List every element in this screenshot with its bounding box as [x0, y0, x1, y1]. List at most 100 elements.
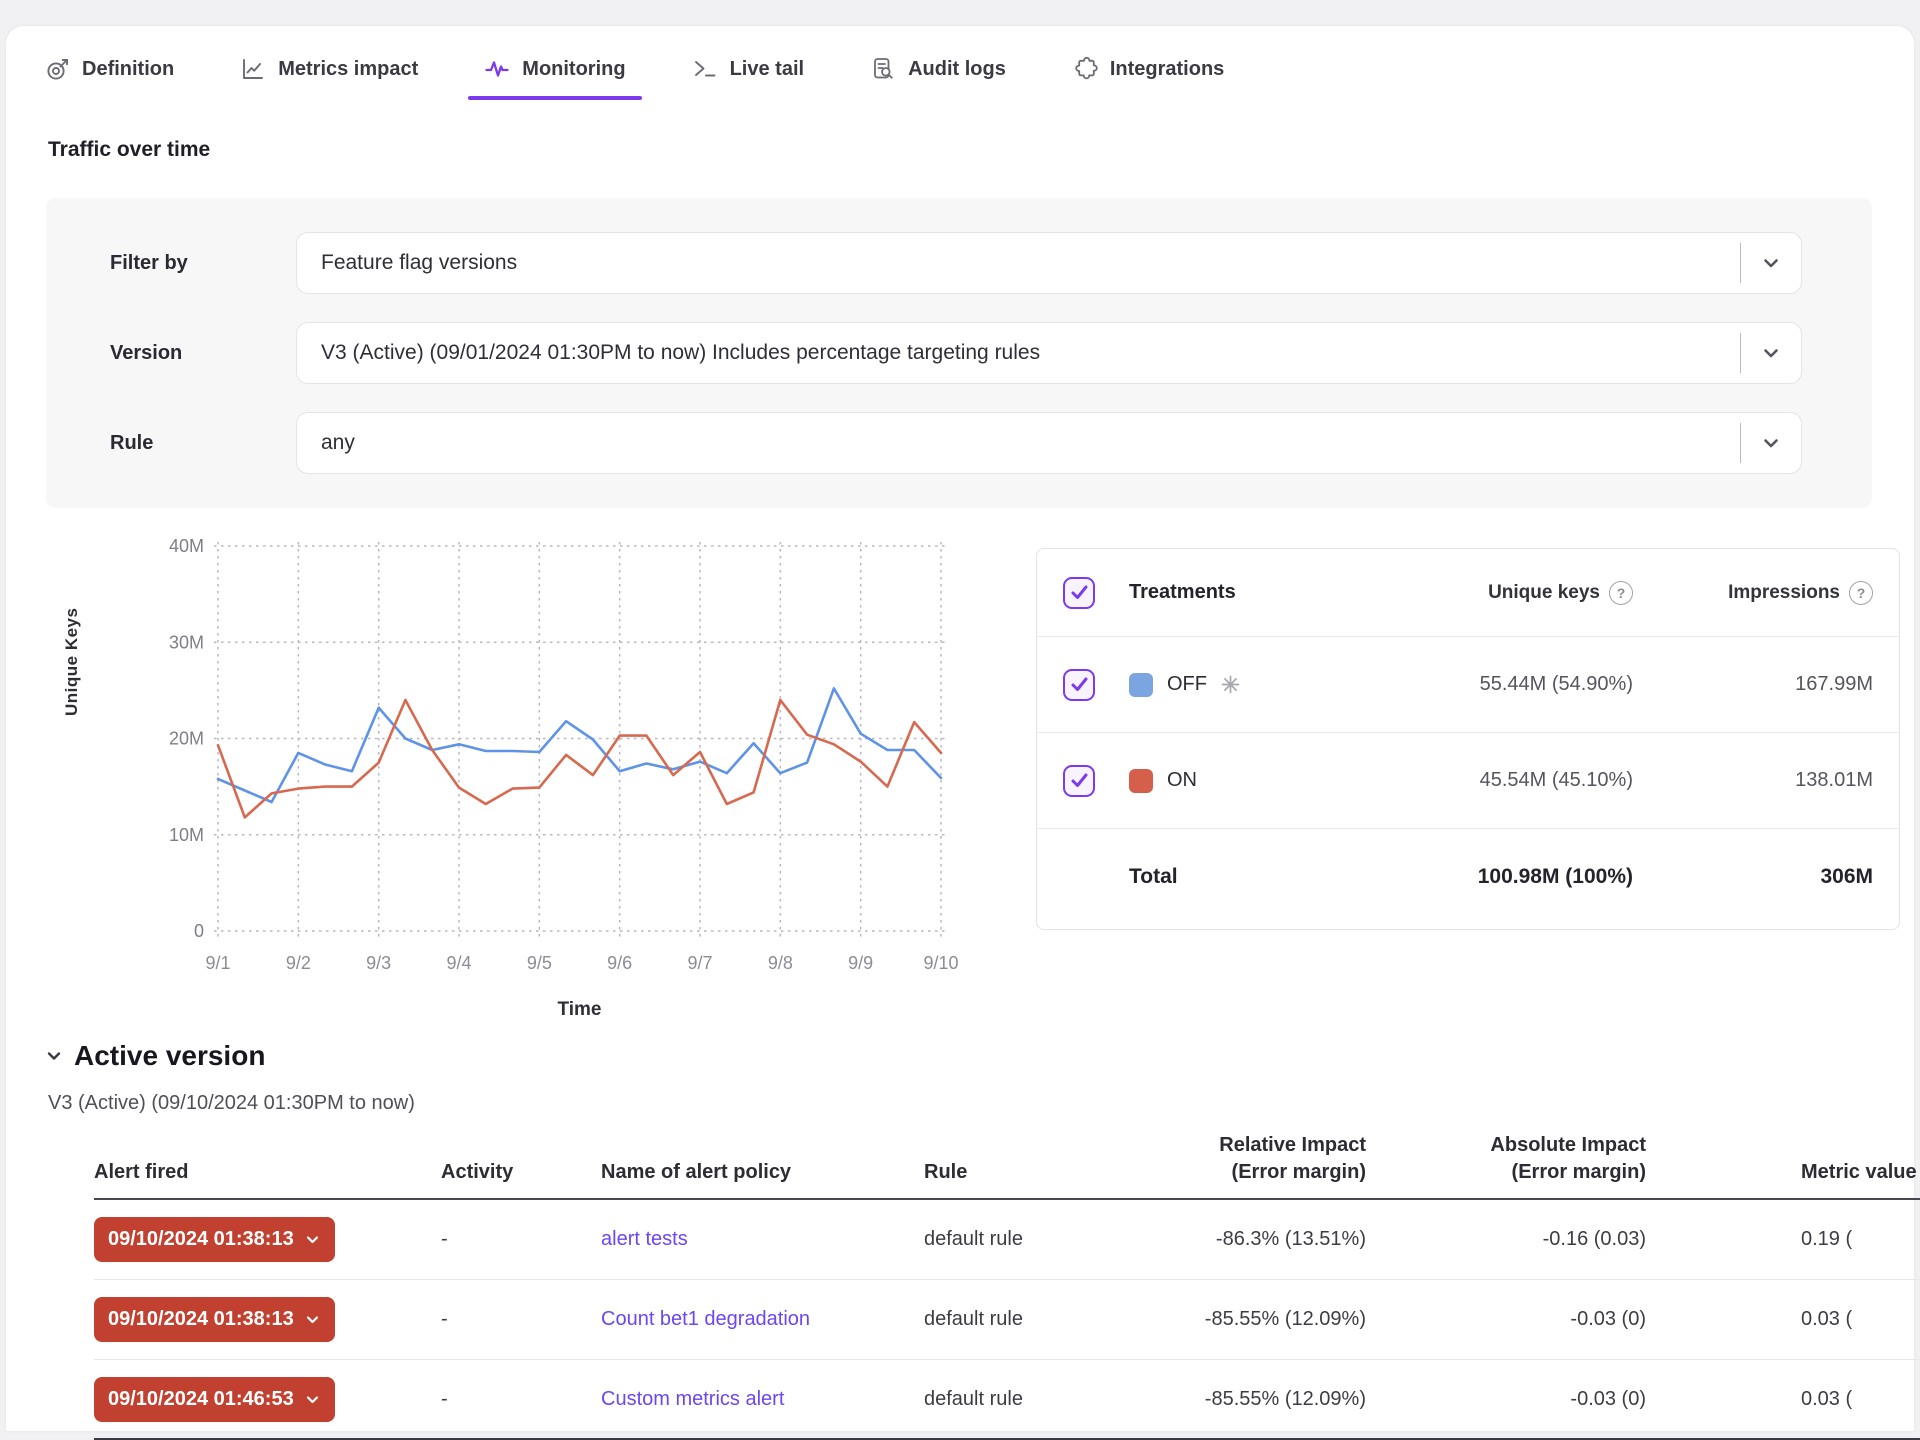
treatment-impressions: 138.01M [1633, 769, 1873, 792]
treatment-checkbox[interactable] [1063, 765, 1095, 797]
alert-policy-link[interactable]: Count bet1 degradation [601, 1308, 810, 1330]
filter-panel: Filter byFeature flag versions VersionV3 … [46, 198, 1872, 508]
tab-metrics-impact[interactable]: Metrics impact [236, 40, 422, 98]
alert-metric-value: 0.03 ( [1646, 1388, 1920, 1411]
treatment-row-on: ON45.54M (45.10%)138.01M [1037, 733, 1899, 829]
col-absolute-line2: (Error margin) [1366, 1159, 1646, 1186]
svg-text:9/10: 9/10 [923, 953, 958, 973]
svg-text:Time: Time [557, 999, 601, 1020]
filter-label: Filter by [110, 252, 296, 275]
alert-fired-badge[interactable]: 09/10/2024 01:38:13 [94, 1297, 335, 1342]
svg-text:0: 0 [194, 921, 204, 941]
treatments-select-all-checkbox[interactable] [1063, 577, 1095, 609]
tab-monitoring[interactable]: Monitoring [480, 40, 629, 98]
col-relative-impact: Relative Impact (Error margin) [1136, 1132, 1366, 1186]
tab-bar: Definition Metrics impact Monitoring Live t… [40, 40, 1228, 98]
col-activity: Activity [441, 1159, 601, 1186]
tab-label: Audit logs [908, 58, 1006, 81]
alert-fired-badge[interactable]: 09/10/2024 01:46:53 [94, 1377, 335, 1422]
filter-row-rule: Ruleany [110, 412, 1806, 474]
traffic-chart: 010M20M30M40M9/19/29/39/49/59/69/79/89/9… [136, 531, 966, 1036]
alert-policy-link[interactable]: alert tests [601, 1228, 688, 1250]
svg-text:9/4: 9/4 [446, 953, 471, 973]
check-icon [1070, 675, 1089, 694]
treatment-checkbox[interactable] [1063, 669, 1095, 701]
col-rule: Rule [924, 1159, 1136, 1186]
alert-fired-time: 09/10/2024 01:46:53 [108, 1388, 294, 1411]
tab-integrations[interactable]: Integrations [1068, 40, 1228, 98]
col-absolute-line1: Absolute Impact [1366, 1132, 1646, 1159]
filter-row-filter-by: Filter byFeature flag versions [110, 232, 1806, 294]
chevron-down-icon [1741, 432, 1801, 454]
col-relative-line1: Relative Impact [1136, 1132, 1366, 1159]
alert-activity: - [441, 1228, 601, 1251]
alert-absolute-impact: -0.03 (0) [1366, 1388, 1646, 1411]
col-absolute-impact: Absolute Impact (Error margin) [1366, 1132, 1646, 1186]
col-relative-line2: (Error margin) [1136, 1159, 1366, 1186]
traffic-chart-svg: 010M20M30M40M9/19/29/39/49/59/69/79/89/9… [136, 531, 966, 1036]
monitoring-icon [484, 56, 510, 82]
tab-label: Monitoring [522, 58, 625, 81]
treatments-header-row: Treatments Unique keys ? Impressions ? [1037, 549, 1899, 637]
alert-fired-time: 09/10/2024 01:38:13 [108, 1308, 294, 1331]
svg-text:9/3: 9/3 [366, 953, 391, 973]
check-icon [1070, 771, 1089, 790]
col-alert-fired: Alert fired [94, 1159, 441, 1186]
alert-row: 09/10/2024 01:38:13 -alert tests default r… [94, 1200, 1920, 1280]
unique-keys-help-icon[interactable]: ? [1609, 581, 1633, 605]
tab-definition[interactable]: Definition [40, 40, 178, 98]
svg-text:9/6: 9/6 [607, 953, 632, 973]
definition-icon [44, 56, 70, 82]
section-title: Traffic over time [48, 138, 210, 162]
col-policy: Name of alert policy [601, 1159, 924, 1186]
col-metric-value: Metric value (basel [1646, 1159, 1920, 1186]
alert-row: 09/10/2024 01:38:13-Count bet1 degradati… [94, 1280, 1920, 1360]
tab-label: Integrations [1110, 58, 1224, 81]
integrations-icon [1072, 56, 1098, 82]
metrics-impact-icon [240, 56, 266, 82]
active-version-subtitle: V3 (Active) (09/10/2024 01:30PM to now) [48, 1092, 415, 1115]
filter-label: Rule [110, 432, 296, 455]
alert-policy-link[interactable]: Custom metrics alert [601, 1388, 784, 1410]
version-select[interactable]: V3 (Active) (09/01/2024 01:30PM to now) … [296, 322, 1802, 384]
live-tail-icon [692, 56, 718, 82]
tab-label: Live tail [730, 58, 804, 81]
check-icon [1070, 583, 1089, 602]
filter-label: Version [110, 342, 296, 365]
chevron-down-icon [44, 1046, 64, 1066]
total-label: Total [1129, 865, 1313, 889]
chevron-down-icon [304, 1311, 321, 1328]
impressions-column-label: Impressions ? [1633, 581, 1873, 605]
alerts-table: Alert fired Activity Name of alert polic… [94, 1132, 1920, 1440]
alert-rule: default rule [924, 1228, 1136, 1251]
alert-metric-value: 0.19 ( [1646, 1228, 1920, 1251]
svg-text:10M: 10M [169, 825, 204, 845]
alert-fired-badge[interactable]: 09/10/2024 01:38:13 [94, 1217, 335, 1262]
active-version-toggle[interactable]: Active version [44, 1040, 265, 1072]
treatment-color-swatch [1129, 673, 1153, 697]
unique-keys-column-label: Unique keys ? [1313, 581, 1633, 605]
alert-absolute-impact: -0.03 (0) [1366, 1308, 1646, 1331]
filter-by-select[interactable]: Feature flag versions [296, 232, 1802, 294]
tab-label: Definition [82, 58, 174, 81]
filter-row-version: VersionV3 (Active) (09/01/2024 01:30PM t… [110, 322, 1806, 384]
chevron-down-icon [304, 1391, 321, 1408]
main-card: Definition Metrics impact Monitoring Live t… [6, 26, 1914, 1431]
tab-audit-logs[interactable]: Audit logs [866, 40, 1010, 98]
y-axis-title: Unique Keys [62, 608, 82, 716]
rule-select[interactable]: any [296, 412, 1802, 474]
active-version-title: Active version [74, 1040, 265, 1072]
alert-row: 09/10/2024 01:46:53-Custom metrics alert… [94, 1360, 1920, 1440]
alert-relative-impact: -86.3% (13.51%) [1136, 1228, 1366, 1251]
tab-label: Metrics impact [278, 58, 418, 81]
chevron-down-icon [1741, 342, 1801, 364]
impressions-help-icon[interactable]: ? [1849, 581, 1873, 605]
svg-text:20M: 20M [169, 729, 204, 749]
svg-text:9/9: 9/9 [848, 953, 873, 973]
treatment-row-off: OFF55.44M (54.90%)167.99M [1037, 637, 1899, 733]
chevron-down-icon [1741, 252, 1801, 274]
svg-text:9/1: 9/1 [205, 953, 230, 973]
svg-text:9/7: 9/7 [687, 953, 712, 973]
tab-live-tail[interactable]: Live tail [688, 40, 808, 98]
svg-text:40M: 40M [169, 536, 204, 556]
